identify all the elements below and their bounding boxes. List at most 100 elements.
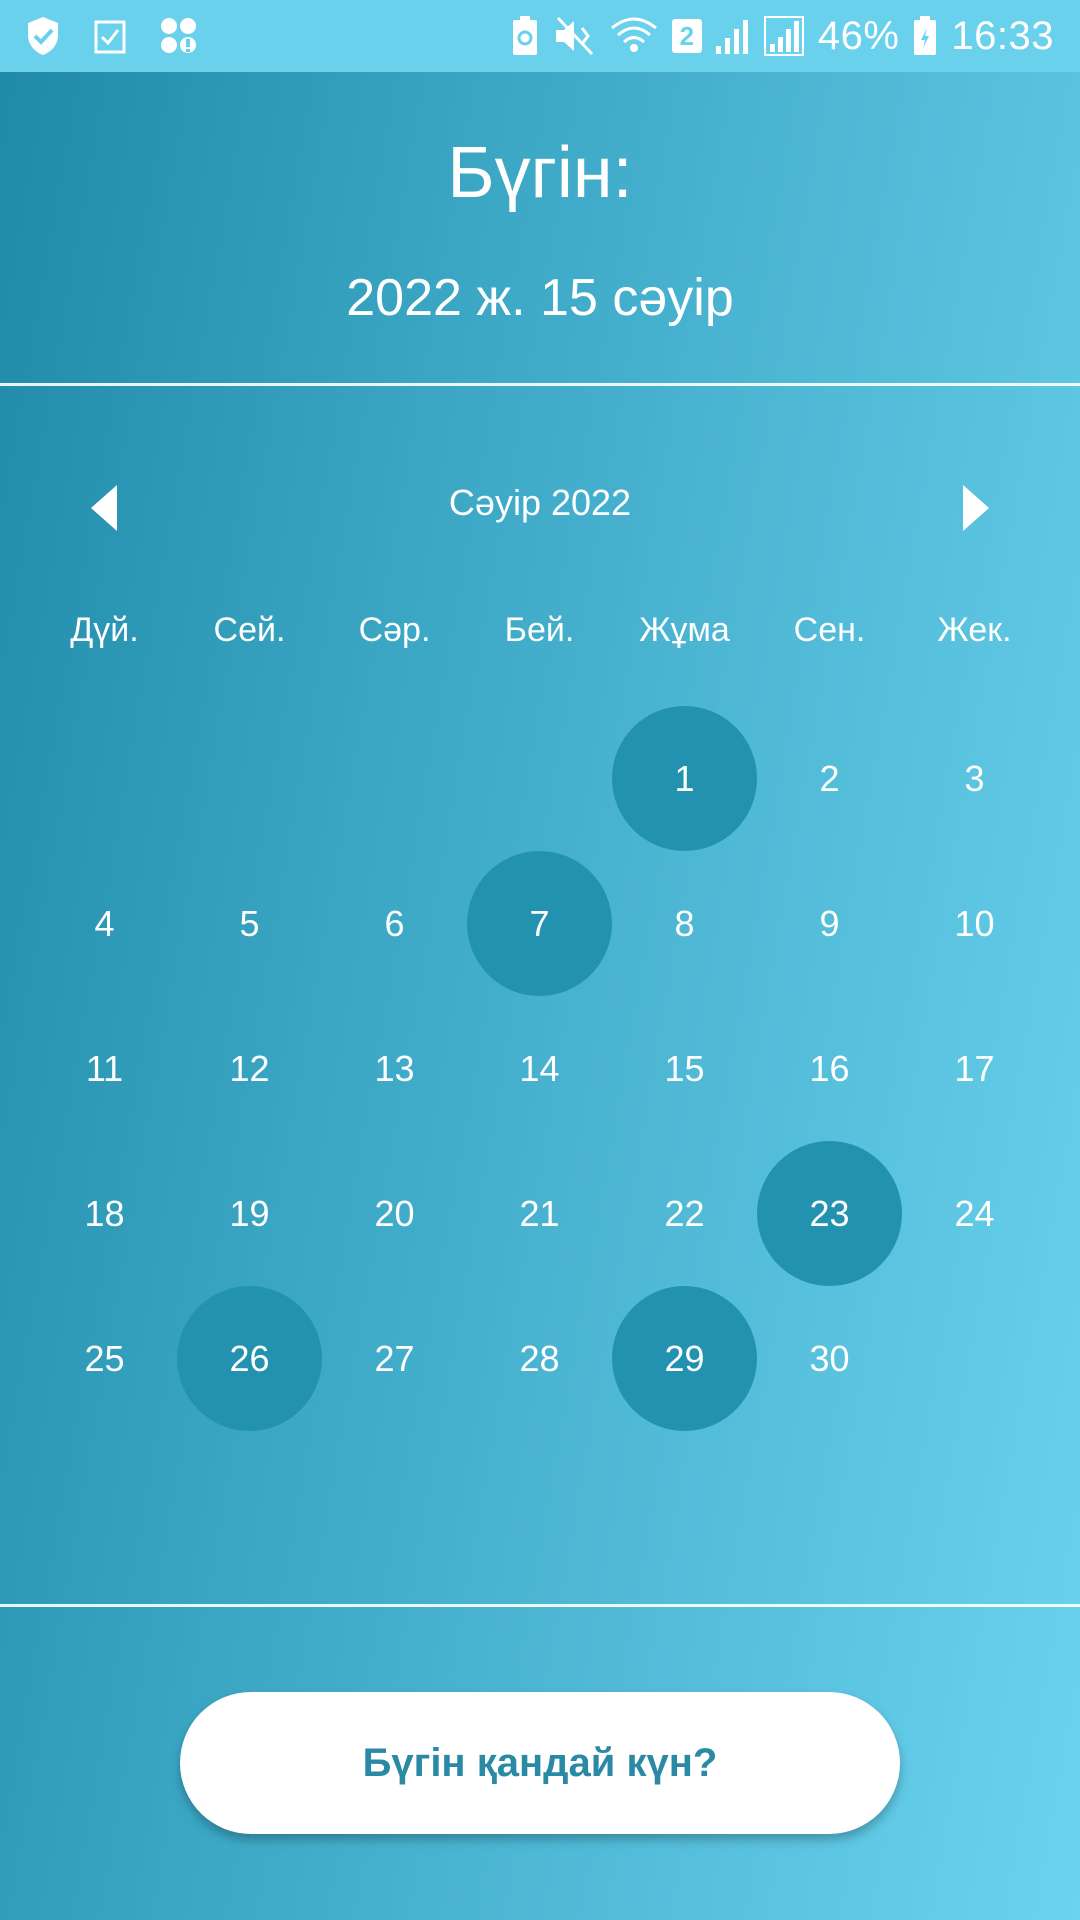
day-number: 22 (664, 1192, 705, 1234)
day-number: 7 (467, 851, 612, 996)
today-date: 2022 ж. 15 сәуір (346, 269, 734, 327)
empty-day-cell (177, 706, 322, 851)
month-title: Сәуір 2022 (448, 482, 632, 523)
mute-vibrate-icon (552, 16, 596, 56)
calendar-day-marked[interactable]: 26 (177, 1286, 322, 1431)
calendar-day[interactable]: 22 (612, 1141, 757, 1286)
wifi-icon (610, 16, 658, 56)
battery-charging-icon (913, 16, 937, 56)
day-number: 25 (84, 1337, 125, 1379)
calendar-day[interactable]: 3 (902, 706, 1047, 851)
day-number: 8 (674, 902, 695, 944)
clock: 16:33 (951, 13, 1054, 58)
today-label: Бүгін: (447, 133, 633, 213)
signal-2-icon (763, 16, 804, 56)
days-grid: 1 2 3 4 5 6 7 8 9 10 11 12 13 14 15 16 17 18 19 20 21 22 23 24 2… (32, 706, 1048, 1431)
weekday-label: Жұма (639, 611, 730, 649)
day-number: 17 (954, 1047, 995, 1089)
calendar-day[interactable]: 27 (322, 1286, 467, 1431)
day-number: 21 (519, 1192, 560, 1234)
day-number: 10 (954, 902, 995, 944)
day-number: 16 (809, 1047, 850, 1089)
battery-percent: 46% (817, 13, 900, 58)
apps-alert-icon (160, 17, 198, 55)
empty-day-cell (32, 706, 177, 851)
calendar-day-marked[interactable]: 29 (612, 1286, 757, 1431)
day-number: 11 (85, 1047, 124, 1089)
calendar-day[interactable]: 24 (902, 1141, 1047, 1286)
day-number: 18 (84, 1192, 125, 1234)
weekday-label: Дүй. (70, 611, 139, 649)
day-number: 27 (374, 1337, 415, 1379)
calendar-day[interactable]: 10 (902, 851, 1047, 996)
status-bar: 2 46% 16:33 (0, 0, 1080, 72)
day-number: 9 (819, 902, 840, 944)
calendar-day[interactable]: 12 (177, 996, 322, 1141)
day-number: 26 (177, 1286, 322, 1431)
signal-1-icon (715, 18, 750, 54)
calendar-day-marked[interactable]: 1 (612, 706, 757, 851)
today-header: Бүгін: 2022 ж. 15 сәуір (0, 72, 1080, 385)
weekday-label: Сәр. (358, 611, 431, 649)
weekday-label: Сен. (793, 611, 866, 649)
calendar-day[interactable]: 30 (757, 1286, 902, 1431)
weekday-header: Дүй. Сей. Сәр. Бей. Жұма Сен. Жек. (32, 600, 1048, 660)
day-number: 20 (374, 1192, 415, 1234)
calendar-day[interactable]: 4 (32, 851, 177, 996)
day-number: 4 (94, 902, 115, 944)
day-number: 5 (239, 902, 260, 944)
calendar-day[interactable]: 17 (902, 996, 1047, 1141)
calendar-day-marked[interactable]: 23 (757, 1141, 902, 1286)
calendar-day[interactable]: 18 (32, 1141, 177, 1286)
month-nav: Сәуір 2022 (0, 458, 1080, 558)
day-number: 30 (809, 1337, 850, 1379)
day-number: 24 (954, 1192, 995, 1234)
empty-day-cell (322, 706, 467, 851)
clipboard-check-icon (94, 18, 126, 54)
calendar-day[interactable]: 15 (612, 996, 757, 1141)
shield-check-icon (26, 16, 60, 56)
what-day-today-button[interactable]: Бүгін қандай күн? (180, 1692, 900, 1834)
calendar-day[interactable]: 6 (322, 851, 467, 996)
day-number: 29 (612, 1286, 757, 1431)
calendar-day[interactable]: 16 (757, 996, 902, 1141)
day-number: 13 (374, 1047, 415, 1089)
day-number: 14 (519, 1047, 560, 1089)
calendar-day[interactable]: 14 (467, 996, 612, 1141)
calendar-day[interactable]: 2 (757, 706, 902, 851)
next-month-button[interactable] (944, 476, 1008, 540)
triangle-right-icon (963, 485, 989, 531)
calendar-day-marked[interactable]: 7 (467, 851, 612, 996)
calendar: Сәуір 2022 Дүй. Сей. Сәр. Бей. Жұма Сен.… (0, 388, 1080, 1602)
weekday-label: Сей. (213, 611, 286, 649)
calendar-day[interactable]: 20 (322, 1141, 467, 1286)
day-number: 6 (384, 902, 405, 944)
status-bar-left (26, 16, 232, 56)
day-number: 2 (819, 757, 840, 799)
sim-2-icon: 2 (671, 19, 702, 53)
day-number: 28 (519, 1337, 560, 1379)
day-number: 12 (229, 1047, 270, 1089)
divider-top (0, 383, 1080, 386)
calendar-day[interactable]: 11 (32, 996, 177, 1141)
weekday-label: Жек. (937, 611, 1012, 649)
calendar-day[interactable]: 5 (177, 851, 322, 996)
calendar-day[interactable]: 19 (177, 1141, 322, 1286)
sim-2-badge: 2 (679, 21, 695, 51)
day-number: 1 (612, 706, 757, 851)
day-number: 3 (964, 757, 985, 799)
status-bar-right: 2 46% 16:33 (498, 14, 1054, 59)
day-number: 19 (229, 1192, 270, 1234)
calendar-day[interactable]: 28 (467, 1286, 612, 1431)
weekday-label: Бей. (504, 611, 575, 649)
empty-day-cell (467, 706, 612, 851)
calendar-day[interactable]: 25 (32, 1286, 177, 1431)
calendar-day[interactable]: 9 (757, 851, 902, 996)
divider-bottom (0, 1604, 1080, 1607)
day-number: 23 (757, 1141, 902, 1286)
calendar-day[interactable]: 13 (322, 996, 467, 1141)
day-number: 15 (664, 1047, 705, 1089)
calendar-day[interactable]: 21 (467, 1141, 612, 1286)
calendar-day[interactable]: 8 (612, 851, 757, 996)
battery-saver-icon (512, 16, 538, 56)
